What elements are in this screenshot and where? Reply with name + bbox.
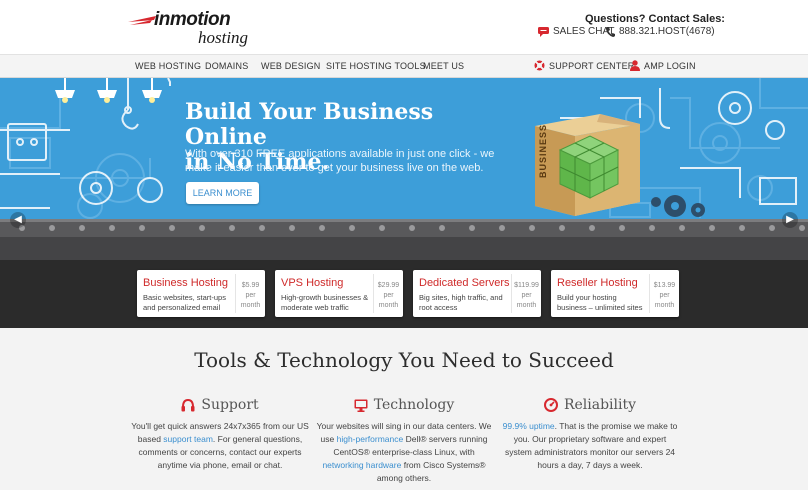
support-column: Support You'll get quick answers 24x7x36… — [130, 394, 310, 472]
price-value: $29.99 — [377, 282, 400, 289]
hero-banner: Build Your Business Online in No Time. W… — [0, 78, 808, 260]
tools-section: Tools & Technology You Need to Succeed S… — [0, 328, 808, 490]
support-team-link[interactable]: support team — [163, 434, 213, 444]
price-period: month — [240, 302, 261, 309]
technology-heading: Technology — [314, 394, 494, 416]
main-nav: WEB HOSTING DOMAINS WEB DESIGN SITE HOST… — [0, 54, 808, 78]
plan-dedicated-servers[interactable]: Dedicated Servers Big sites, high traffi… — [413, 270, 541, 317]
reliability-text: 99.9% uptime. That is the promise we mak… — [500, 420, 680, 472]
amp-login-label: AMP LOGIN — [644, 60, 696, 71]
technology-heading-text: Technology — [373, 397, 455, 413]
plan-name: VPS Hosting — [281, 277, 344, 289]
plan-vps-hosting[interactable]: VPS Hosting High-growth businesses & mod… — [275, 270, 403, 317]
price-period: month — [654, 302, 675, 309]
price-per: per — [521, 292, 532, 299]
high-performance-link[interactable]: high-performance — [337, 434, 404, 444]
price-period: month — [516, 302, 537, 309]
nav-domains[interactable]: DOMAINS — [205, 61, 248, 71]
plan-description: Build your hosting business – unlimited … — [557, 293, 643, 312]
support-text: You'll get quick answers 24x7x365 from o… — [130, 420, 310, 472]
chat-bubble-icon — [538, 26, 549, 37]
nav-web-hosting[interactable]: WEB HOSTING — [135, 61, 201, 71]
price-period: month — [378, 302, 399, 309]
plan-name: Reseller Hosting — [557, 277, 638, 289]
price-value: $5.99 — [241, 282, 260, 289]
reliability-heading: Reliability — [500, 394, 680, 416]
price-per: per — [245, 292, 256, 299]
price-value: $13.99 — [653, 282, 676, 289]
user-icon — [630, 60, 640, 71]
plan-description: Big sites, high traffic, and root access — [419, 293, 503, 312]
chevron-left-icon: ◀ — [14, 214, 22, 225]
hero-title-line1: Build Your Business Online — [185, 99, 434, 150]
plan-business-hosting[interactable]: Business Hosting Basic websites, start-u… — [137, 270, 265, 317]
contact-sales-title: Questions? Contact Sales: — [585, 13, 725, 25]
sales-phone-number: 888.321.HOST(4678) — [619, 26, 715, 37]
networking-hardware-link[interactable]: networking hardware — [322, 460, 401, 470]
support-heading: Support — [130, 394, 310, 416]
nav-support-center[interactable]: SUPPORT CENTER — [534, 60, 634, 71]
nav-amp-login[interactable]: AMP LOGIN — [630, 60, 696, 71]
nav-web-design[interactable]: WEB DESIGN — [261, 61, 321, 71]
box-label: BUSINESS — [538, 123, 548, 178]
support-center-label: SUPPORT CENTER — [549, 60, 635, 71]
hero-description: With over 310 FREE applications availabl… — [185, 148, 495, 174]
nav-meet-us[interactable]: MEET US — [423, 61, 464, 71]
plan-description: High-growth businesses & moderate web tr… — [281, 293, 369, 312]
lifebuoy-icon — [534, 60, 545, 71]
plan-name: Business Hosting — [143, 277, 228, 289]
logo-swoosh-icon — [128, 16, 156, 25]
business-box — [535, 114, 640, 216]
technology-column: Technology Your websites will sing in ou… — [314, 394, 494, 485]
price-value: $119.99 — [514, 282, 539, 289]
gauge-icon — [543, 398, 558, 412]
nav-site-hosting-tools[interactable]: SITE HOSTING TOOLS — [326, 61, 426, 71]
reliability-column: Reliability 99.9% uptime. That is the pr… — [500, 394, 680, 472]
uptime-link[interactable]: 99.9% uptime — [503, 421, 555, 431]
sales-phone[interactable]: 888.321.HOST(4678) — [606, 26, 715, 37]
phone-icon — [606, 26, 615, 37]
plan-price: $119.99 per month — [511, 274, 541, 313]
sales-chat-link[interactable]: SALES CHAT — [538, 26, 615, 37]
headphones-icon — [181, 398, 195, 411]
reliability-heading-text: Reliability — [563, 397, 637, 413]
plan-price: $13.99 per month — [649, 274, 679, 313]
inmotion-logo[interactable]: inmotion hosting — [128, 9, 258, 49]
carousel-next-button[interactable]: ▶ — [782, 212, 798, 228]
hosting-plans: Business Hosting Basic websites, start-u… — [0, 260, 808, 328]
chevron-right-icon: ▶ — [786, 214, 794, 225]
plan-price: $5.99 per month — [235, 274, 265, 313]
tools-title: Tools & Technology You Need to Succeed — [194, 348, 614, 372]
technology-text: Your websites will sing in our data cent… — [314, 420, 494, 485]
plan-price: $29.99 per month — [373, 274, 403, 313]
price-per: per — [383, 292, 394, 299]
plan-reseller-hosting[interactable]: Reseller Hosting Build your hosting busi… — [551, 270, 679, 317]
carousel-prev-button[interactable]: ◀ — [10, 212, 26, 228]
monitor-icon — [354, 399, 368, 412]
plan-description: Basic websites, start-ups and personaliz… — [143, 293, 226, 312]
learn-more-button[interactable]: LEARN MORE — [186, 182, 259, 204]
logo-subtitle: hosting — [198, 28, 249, 47]
price-per: per — [659, 292, 670, 299]
plan-name: Dedicated Servers — [419, 277, 510, 289]
support-heading-text: Support — [201, 397, 259, 413]
site-header: inmotion hosting Questions? Contact Sale… — [0, 0, 808, 54]
